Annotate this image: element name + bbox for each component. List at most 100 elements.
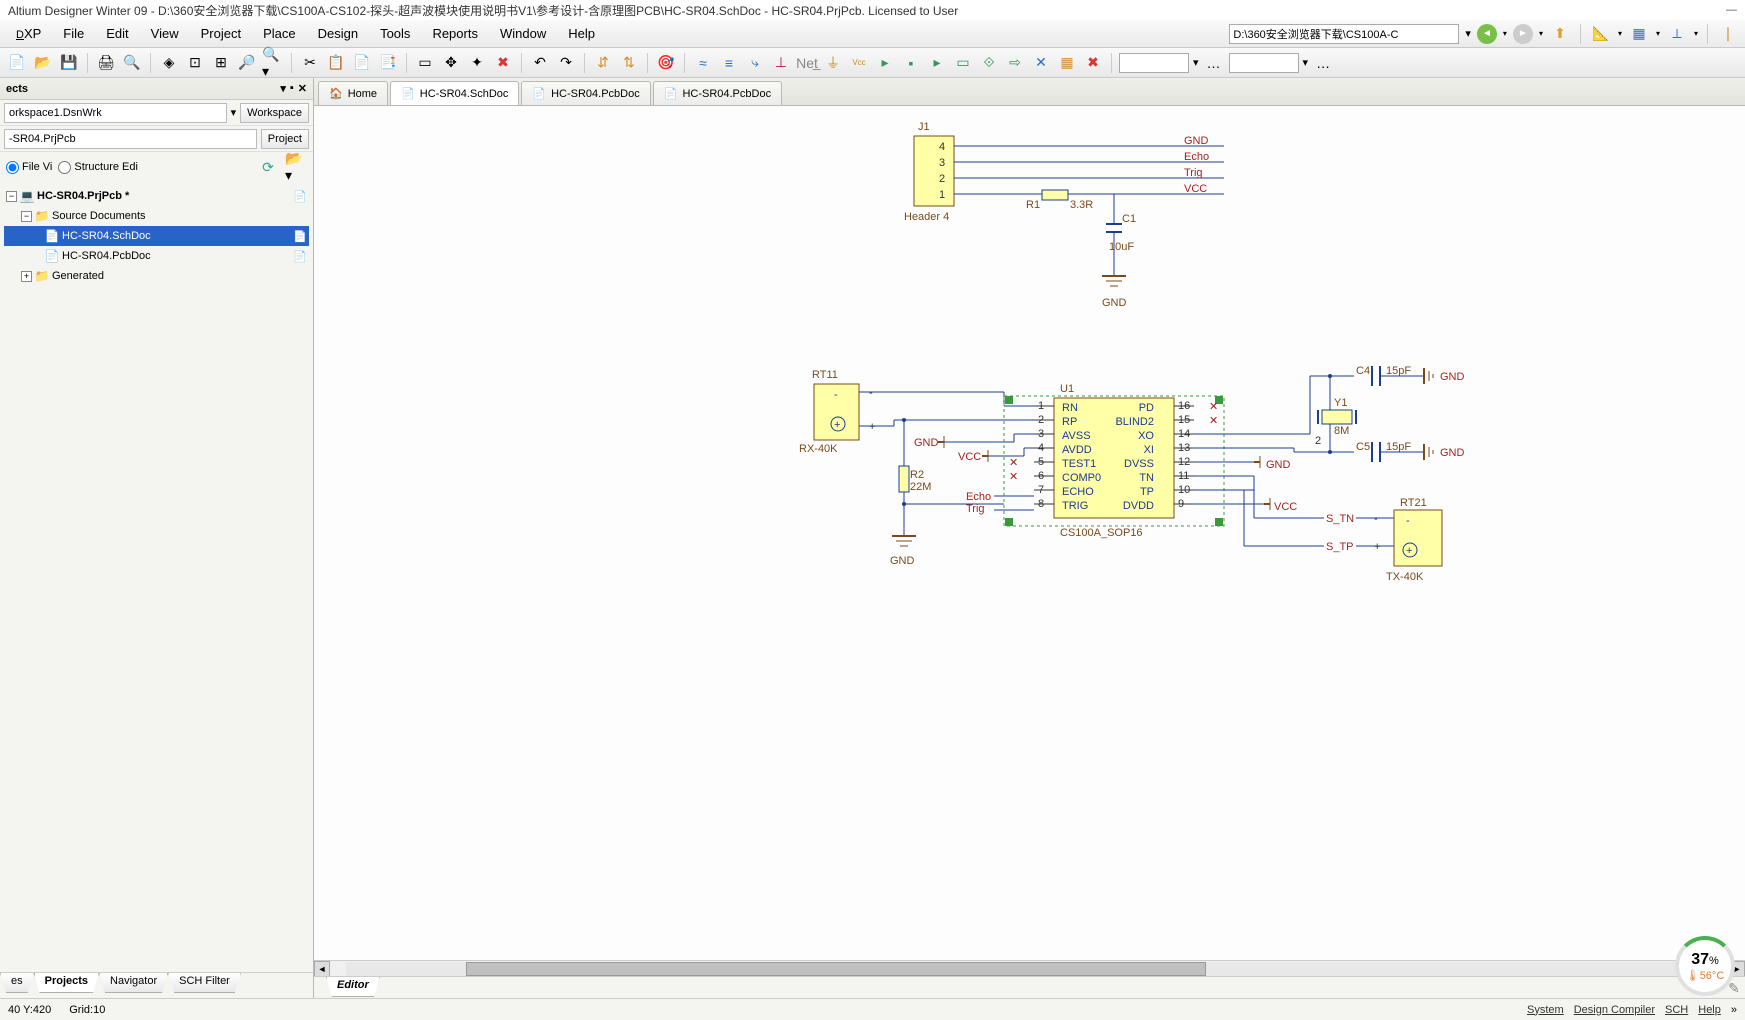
- zoom-drop-icon[interactable]: 🔍▾: [262, 52, 284, 74]
- bus-icon[interactable]: ≡: [718, 52, 740, 74]
- path-field[interactable]: [1229, 24, 1459, 44]
- print-icon[interactable]: 🖨: [95, 52, 117, 74]
- zoom-area-icon[interactable]: ⊞: [210, 52, 232, 74]
- cut-icon[interactable]: ✂: [299, 52, 321, 74]
- status-sch[interactable]: SCH: [1665, 1004, 1688, 1016]
- crossprobe-icon[interactable]: 🎯: [655, 52, 677, 74]
- zoom-sel-icon[interactable]: 🔎: [236, 52, 258, 74]
- horizontal-scrollbar[interactable]: ◄ ►: [314, 960, 1745, 976]
- wire-icon[interactable]: ≈: [692, 52, 714, 74]
- part-icon[interactable]: ▸: [874, 52, 896, 74]
- refresh-icon[interactable]: ⟳: [257, 156, 279, 178]
- tab-editor[interactable]: Editor: [326, 977, 380, 997]
- select-rect-icon[interactable]: ▭: [414, 52, 436, 74]
- status-design[interactable]: Design Compiler: [1574, 1004, 1655, 1016]
- project-input[interactable]: [4, 129, 257, 149]
- fileview-radio[interactable]: File Vi: [6, 161, 52, 174]
- compile-icon[interactable]: ▦: [1056, 52, 1078, 74]
- status-help[interactable]: Help: [1698, 1004, 1721, 1016]
- port-icon[interactable]: ▭: [952, 52, 974, 74]
- wand-icon[interactable]: ❘: [1717, 23, 1739, 45]
- net-text-icon[interactable]: Net̲: [796, 52, 818, 74]
- redo-icon[interactable]: ↷: [555, 52, 577, 74]
- clear-icon[interactable]: ✖: [492, 52, 514, 74]
- workspace-input[interactable]: [4, 103, 227, 123]
- menu-project[interactable]: Project: [191, 22, 251, 45]
- menu-tools[interactable]: Tools: [370, 22, 420, 45]
- error-icon[interactable]: ✖: [1082, 52, 1104, 74]
- menu-view[interactable]: View: [141, 22, 189, 45]
- netlabel-icon[interactable]: ⊥: [770, 52, 792, 74]
- paste-icon[interactable]: 📄: [351, 52, 373, 74]
- menu-help[interactable]: Help: [558, 22, 605, 45]
- filter-input-1[interactable]: [1119, 53, 1189, 73]
- tree-pcbdoc[interactable]: 📄HC-SR04.PcbDoc 📄: [4, 246, 309, 266]
- schematic-canvas[interactable]: J1 4 3 2 1 Header 4 GND Echo Trig VCC R1…: [314, 106, 1745, 960]
- btab-es[interactable]: es: [0, 973, 34, 993]
- move-icon[interactable]: ✥: [440, 52, 462, 74]
- snap-icon[interactable]: ⟂: [1666, 23, 1688, 45]
- scroll-left-icon[interactable]: ◄: [314, 961, 330, 977]
- btab-navigator[interactable]: Navigator: [99, 973, 168, 993]
- noerrc-icon[interactable]: ✕: [1030, 52, 1052, 74]
- filter-more2-icon[interactable]: …: [1312, 52, 1334, 74]
- zoom-fit-icon[interactable]: ⊡: [184, 52, 206, 74]
- minimize-icon[interactable]: —: [1726, 4, 1737, 16]
- tree-schdoc[interactable]: 📄HC-SR04.SchDoc 📄: [4, 226, 309, 246]
- undo-icon[interactable]: ↶: [529, 52, 551, 74]
- tree-root[interactable]: −💻 HC-SR04.PrjPcb * 📄: [4, 186, 309, 206]
- workspace-button[interactable]: Workspace: [240, 103, 309, 123]
- hierarchy-dn-icon[interactable]: ⇅: [618, 52, 640, 74]
- tab-pcbdoc-1[interactable]: 📄HC-SR04.PcbDoc: [521, 81, 650, 105]
- menu-reports[interactable]: Reports: [422, 22, 488, 45]
- panel-close-icon[interactable]: ✕: [298, 82, 307, 95]
- tab-home[interactable]: 🏠Home: [318, 81, 388, 105]
- structure-radio[interactable]: Structure Edi: [58, 161, 138, 174]
- hierarchy-up-icon[interactable]: ⇵: [592, 52, 614, 74]
- status-dropdown-icon[interactable]: »: [1731, 1004, 1737, 1016]
- new-icon[interactable]: 📄: [6, 52, 28, 74]
- menu-window[interactable]: Window: [490, 22, 556, 45]
- busjoin-icon[interactable]: ⤷: [744, 52, 766, 74]
- project-button[interactable]: Project: [261, 129, 309, 149]
- harness-entry-icon[interactable]: ⇨: [1004, 52, 1026, 74]
- tree-source-docs[interactable]: − 📁Source Documents: [4, 206, 309, 226]
- tab-pcbdoc-2[interactable]: 📄HC-SR04.PcbDoc: [653, 81, 782, 105]
- menu-file[interactable]: File: [53, 22, 94, 45]
- btab-schfilter[interactable]: SCH Filter: [168, 973, 241, 993]
- menu-dxp[interactable]: DXP: [6, 22, 51, 45]
- sheet-symbol-icon[interactable]: ▪: [900, 52, 922, 74]
- nav-fwd-icon[interactable]: ►: [1513, 24, 1533, 44]
- menu-edit[interactable]: Edit: [96, 22, 138, 45]
- grid-icon[interactable]: ▦: [1628, 23, 1650, 45]
- gnd-icon[interactable]: ⏚: [822, 52, 844, 74]
- status-system[interactable]: System: [1527, 1004, 1564, 1016]
- paste-special-icon[interactable]: 📑: [377, 52, 399, 74]
- panel-menu-icon[interactable]: ▾: [280, 82, 286, 95]
- ruler-icon[interactable]: 📐: [1590, 23, 1612, 45]
- preview-icon[interactable]: 🔍: [121, 52, 143, 74]
- folder-drop-icon[interactable]: 📂▾: [285, 156, 307, 178]
- menu-place[interactable]: Place: [253, 22, 306, 45]
- menu-design[interactable]: Design: [308, 22, 368, 45]
- performance-widget[interactable]: 37% 🌡56°C: [1675, 936, 1735, 996]
- nav-back-icon[interactable]: ◄: [1477, 24, 1497, 44]
- vcc-icon[interactable]: Vcc: [848, 52, 870, 74]
- filter-input-2[interactable]: [1229, 53, 1299, 73]
- save-icon[interactable]: 💾: [58, 52, 80, 74]
- sheet-entry-icon[interactable]: ▸: [926, 52, 948, 74]
- scroll-thumb[interactable]: [466, 962, 1206, 976]
- open-icon[interactable]: 📂: [32, 52, 54, 74]
- nav-up-icon[interactable]: ⬆: [1549, 23, 1571, 45]
- copy-icon[interactable]: 📋: [325, 52, 347, 74]
- tab-schdoc[interactable]: 📄HC-SR04.SchDoc: [390, 81, 519, 105]
- filter-more-icon[interactable]: …: [1203, 52, 1225, 74]
- deselect-icon[interactable]: ✦: [466, 52, 488, 74]
- layers-icon[interactable]: ◈: [158, 52, 180, 74]
- tree-generated[interactable]: + 📁Generated: [4, 266, 309, 286]
- svg-text:RT11: RT11: [812, 369, 838, 381]
- harness-icon[interactable]: ⟐: [978, 52, 1000, 74]
- panel-pin-icon[interactable]: ▪: [290, 82, 294, 95]
- project-tree[interactable]: −💻 HC-SR04.PrjPcb * 📄 − 📁Source Document…: [0, 182, 313, 998]
- btab-projects[interactable]: Projects: [34, 973, 99, 993]
